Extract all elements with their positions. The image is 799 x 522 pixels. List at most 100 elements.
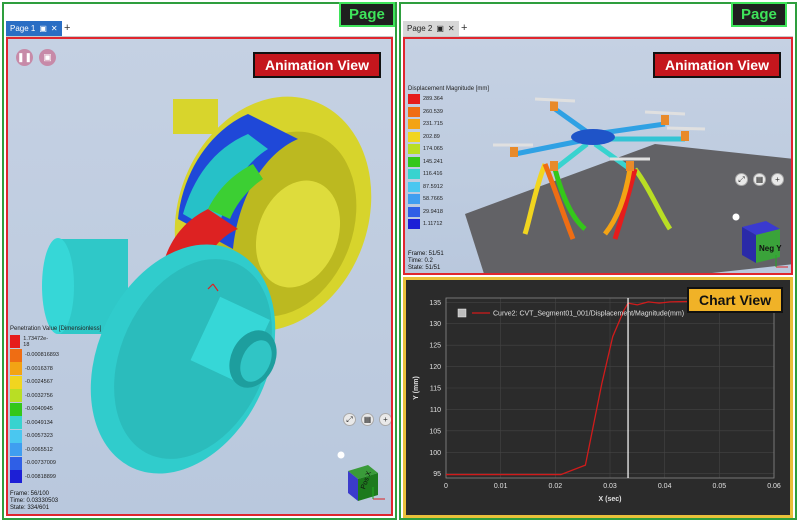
animation-view-label: Animation View: [253, 52, 381, 78]
fit-view-icon[interactable]: ⤢: [343, 413, 356, 426]
state-counter: State: 334/601: [10, 505, 50, 511]
legend-value: 260.539: [423, 108, 443, 115]
y-tick-label: 100: [429, 450, 441, 457]
tab-page-2[interactable]: Page 2 ▣ ✕: [403, 21, 459, 36]
frame-info: Frame: 56/100 Time: 0.03330503 State: 33…: [10, 491, 58, 512]
legend-entry: 174.065: [408, 144, 443, 154]
animation-view-2[interactable]: Displacement Magnitude [mm] 289.364 260.5…: [403, 37, 793, 275]
y-tick-label: 135: [429, 300, 441, 307]
page-1-panel: Page 1 ▣ ✕ + ❚❚ ▣ Penetration Value [Dim…: [2, 2, 397, 520]
legend-entry: 1.73472e-18: [10, 335, 50, 348]
legend-entry: 289.364: [408, 94, 443, 104]
legend-value: -0.0040945: [25, 406, 53, 412]
legend-value: 29.9418: [423, 208, 443, 215]
chart-view-label: Chart View: [687, 287, 784, 313]
legend-entry: 231.715: [408, 119, 443, 129]
legend-entry: -0.0040945: [10, 402, 53, 416]
legend-entry: -0.0016378: [10, 362, 53, 375]
view-controls: ⤢ ▦ +: [735, 173, 784, 186]
legend-value: 116.416: [423, 171, 443, 177]
close-icon[interactable]: ✕: [51, 24, 58, 33]
frame-info: Frame: 51/51 Time: 0.2 State: 51/51: [408, 251, 444, 272]
chart-view[interactable]: 95 100 105 110 115 120 125 130 135 0 0.01 0.02 0.03 0…: [403, 277, 793, 518]
legend-title: Penetration Value [Dimensionless]: [10, 326, 102, 332]
y-axis-label: Y (mm): [413, 376, 420, 400]
legend-checkbox: [457, 308, 467, 318]
legend-value: 1.11712: [423, 221, 443, 227]
home-icon[interactable]: [732, 213, 740, 221]
animation-view-label: Animation View: [653, 52, 781, 78]
y-tick-label: 120: [429, 364, 441, 371]
legend-entry: 87.5912: [408, 181, 443, 192]
legend-entry: -0.0032756: [10, 389, 53, 402]
legend-value: -0.0024567: [25, 379, 53, 385]
close-icon[interactable]: ✕: [448, 24, 455, 33]
fit-view-icon[interactable]: ⤢: [735, 173, 748, 186]
view-cube-label: Neg Y: [759, 244, 782, 253]
legend-entry: 145.241: [408, 156, 443, 167]
legend-swatch: [408, 206, 420, 217]
page-badge-1: Page: [339, 2, 395, 27]
legend-swatch: [408, 144, 420, 154]
legend-entry: -0.000816893: [10, 348, 59, 362]
zoom-box-icon[interactable]: ▦: [753, 173, 766, 186]
x-tick-label: 0.05: [713, 483, 727, 490]
x-tick-label: 0.02: [549, 483, 563, 490]
legend-value: -0.0016378: [25, 365, 53, 372]
home-icon[interactable]: [337, 451, 345, 459]
legend-value: -0.000816893: [25, 352, 59, 358]
legend-value: 58.7665: [423, 196, 443, 202]
legend-swatch: [408, 106, 420, 117]
legend-swatch: [10, 362, 22, 375]
legend-value: -0.00818899: [25, 473, 56, 480]
legend-swatch: [408, 169, 420, 179]
legend-value: -0.0032756: [25, 392, 53, 399]
add-tab-icon[interactable]: +: [64, 22, 70, 34]
y-tick-label: 115: [430, 386, 441, 393]
page-badge-2: Page: [731, 2, 787, 27]
displacement-legend: Displacement Magnitude [mm] 289.364 260.5…: [408, 86, 518, 236]
tab-page-1[interactable]: Page 1 ▣ ✕: [6, 21, 62, 36]
x-tick-label: 0.03: [603, 483, 617, 490]
view-cube[interactable]: Neg Y: [730, 211, 790, 273]
legend-entry: 202.89: [408, 131, 440, 142]
legend-entry: 29.9418: [408, 206, 443, 217]
legend-swatch: [408, 219, 420, 229]
legend-swatch: [408, 119, 420, 129]
legend-swatch: [10, 348, 22, 362]
displacement-chart[interactable]: 95 100 105 110 115 120 125 130 135 0 0.01 0.02 0.03 0…: [406, 280, 790, 515]
animation-view-1[interactable]: ❚❚ ▣ Penetration Value [Dimensionless] 1…: [6, 37, 393, 516]
zoom-in-icon[interactable]: +: [379, 413, 391, 426]
camera-icon[interactable]: ▣: [436, 24, 444, 33]
zoom-box-icon[interactable]: ▦: [361, 413, 374, 426]
legend-label: Curve2: CVT_Segment01_001/Displacement/M…: [493, 311, 684, 318]
x-axis-label: X (sec): [599, 496, 622, 503]
zoom-in-icon[interactable]: +: [771, 173, 784, 186]
legend-swatch: [10, 470, 22, 483]
x-tick-label: 0.04: [658, 483, 672, 490]
legend-entry: -0.0057323: [10, 429, 53, 443]
y-tick-label: 130: [429, 321, 441, 328]
camera-icon[interactable]: ▣: [39, 24, 47, 33]
legend-swatch: [408, 131, 420, 142]
legend-swatch: [408, 94, 420, 104]
legend-swatch: [10, 429, 22, 443]
add-tab-icon[interactable]: +: [461, 22, 467, 34]
legend-value: 174.065: [423, 146, 443, 152]
legend-value: 1.73472e-18: [23, 335, 49, 348]
legend-value: 231.715: [423, 121, 443, 127]
legend-value: 202.89: [423, 133, 440, 140]
legend-value: 145.241: [423, 158, 443, 165]
penetration-legend: Penetration Value [Dimensionless] 1.7347…: [10, 326, 130, 486]
legend-swatch: [10, 416, 22, 429]
legend-entry: -0.0049134: [10, 416, 53, 429]
legend-swatch: [10, 402, 22, 416]
time-value: Time: 0.2: [408, 258, 433, 264]
legend-value: -0.0057323: [25, 433, 53, 439]
view-cube[interactable]: Pos X: [333, 449, 388, 504]
x-tick-label: 0.06: [767, 483, 781, 490]
legend-title: Displacement Magnitude [mm]: [408, 86, 490, 92]
legend-entry: 58.7665: [408, 194, 443, 204]
legend-entry: 260.539: [408, 106, 443, 117]
legend-entry: 1.11712: [408, 219, 442, 229]
